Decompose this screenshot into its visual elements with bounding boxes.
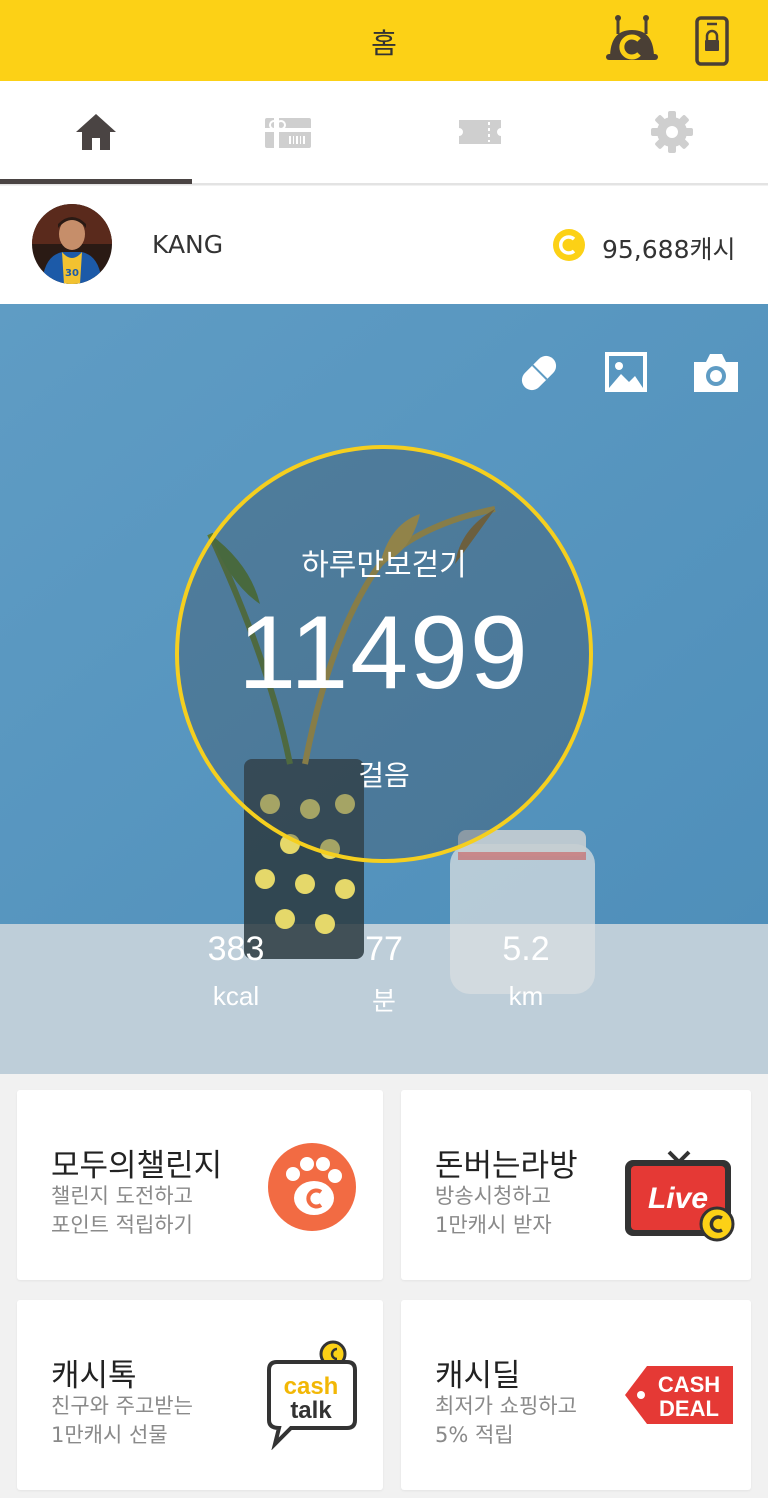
card-challenge[interactable]: 모두의챌린지 챌린지 도전하고 포인트 적립하기 xyxy=(17,1090,383,1280)
stat-calories-value: 383 xyxy=(207,930,265,968)
stat-minutes-unit: 분 xyxy=(372,986,396,1016)
card-cashdeal-title: 캐시딜 xyxy=(435,1358,521,1394)
paw-coin-icon xyxy=(268,1143,356,1231)
step-ring-label: 하루만보걷기 xyxy=(301,548,467,583)
username: KANG xyxy=(152,230,224,259)
stat-distance: 5.2 km xyxy=(466,930,586,1012)
cashdeal-tag-icon: CASH DEAL xyxy=(625,1366,733,1424)
tab-active-indicator xyxy=(0,179,192,184)
stat-minutes: 77 분 xyxy=(324,930,444,1018)
svg-text:30: 30 xyxy=(65,268,79,279)
stat-distance-value: 5.2 xyxy=(502,930,550,968)
avatar[interactable]: 30 xyxy=(32,204,112,284)
tab-settings[interactable] xyxy=(576,81,768,183)
card-live-title: 돈버는라방 xyxy=(435,1148,578,1184)
cash-balance: 95,688캐시 xyxy=(602,235,736,264)
card-challenge-subtitle: 챌린지 도전하고 포인트 적립하기 xyxy=(51,1184,193,1237)
card-cashtalk[interactable]: 캐시톡 친구와 주고받는 1만캐시 선물 cash talk xyxy=(17,1300,383,1490)
camera-icon[interactable] xyxy=(690,348,742,398)
gift-icon xyxy=(265,118,311,148)
c-coin-icon xyxy=(553,229,585,261)
card-challenge-title: 모두의챌린지 xyxy=(51,1148,223,1184)
live-tv-text: Live xyxy=(648,1182,708,1215)
stat-distance-unit: km xyxy=(508,981,544,1011)
cashtalk-talk-text: talk xyxy=(290,1397,332,1424)
cashtalk-icon: cash talk xyxy=(267,1340,357,1450)
cashdeal-cash-text: CASH xyxy=(658,1372,720,1397)
stat-calories: 383 kcal xyxy=(176,930,296,1012)
card-cashtalk-title: 캐시톡 xyxy=(51,1358,137,1394)
profile-bar: 30 KANG 95,688캐시 xyxy=(0,186,768,304)
phone-lock-icon[interactable] xyxy=(694,16,730,66)
home-icon xyxy=(76,114,116,150)
tab-bar xyxy=(0,81,768,185)
card-cashdeal[interactable]: 캐시딜 최저가 쇼핑하고 5% 적립 CASH DEAL xyxy=(401,1300,751,1490)
card-cashtalk-subtitle: 친구와 주고받는 1만캐시 선물 xyxy=(51,1394,193,1447)
top-bar: 홈 xyxy=(0,0,768,81)
stat-minutes-value: 77 xyxy=(365,930,403,968)
card-live[interactable]: 돈버는라방 방송시청하고 1만캐시 받자 Live xyxy=(401,1090,751,1280)
tab-gift[interactable] xyxy=(192,81,384,183)
step-unit: 걸음 xyxy=(358,759,410,792)
cashdeal-deal-text: DEAL xyxy=(659,1396,719,1421)
pill-icon[interactable] xyxy=(514,348,564,398)
step-hero: 하루만보걷기 11499 걸음 383 kcal 77 분 5.2 km xyxy=(0,304,768,1074)
cashtalk-cash-text: cash xyxy=(284,1373,339,1400)
card-live-subtitle: 방송시청하고 1만캐시 받자 xyxy=(435,1184,552,1237)
stat-calories-unit: kcal xyxy=(212,981,260,1011)
ticket-icon xyxy=(459,120,501,144)
live-tv-icon: Live xyxy=(625,1150,735,1242)
image-icon[interactable] xyxy=(601,348,651,398)
cash-bell-icon[interactable] xyxy=(604,14,660,64)
tab-ticket[interactable] xyxy=(384,81,576,183)
step-count: 11499 xyxy=(238,595,530,711)
tab-home[interactable] xyxy=(0,81,192,183)
gear-icon xyxy=(651,111,693,153)
card-cashdeal-subtitle: 최저가 쇼핑하고 5% 적립 xyxy=(435,1394,577,1447)
